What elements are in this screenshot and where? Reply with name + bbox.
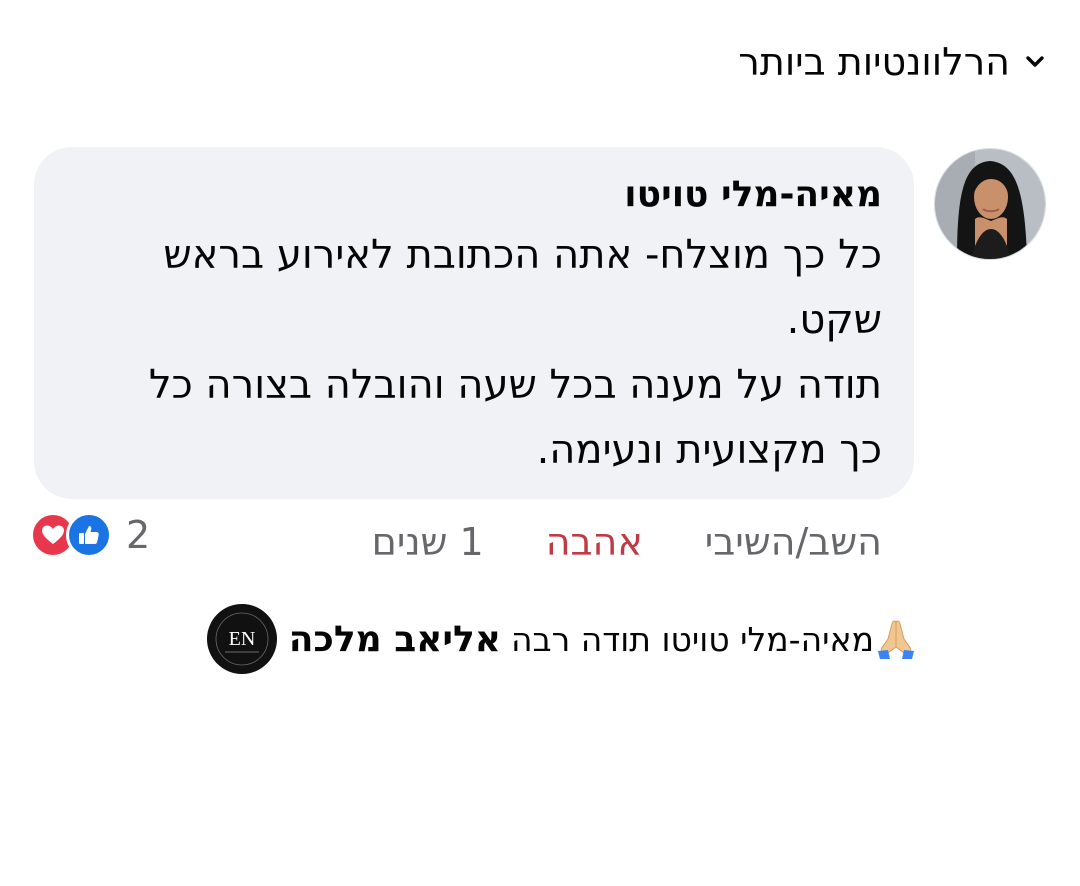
- reply-text: מאיה-מלי טויטו תודה רבה: [510, 619, 874, 659]
- comment-text-line: כך מקצועית ונעימה.: [536, 427, 882, 473]
- reply-author[interactable]: אליאב מלכה: [289, 619, 501, 660]
- comment-actions: 1 שנים אהבה השב/השיבי: [372, 520, 882, 564]
- reaction-summary[interactable]: 2: [30, 512, 150, 558]
- comment-timestamp[interactable]: 1 שנים: [372, 520, 484, 564]
- like-icon: [66, 512, 112, 558]
- comment-text-line: כל כך מוצלח- אתה הכתובת לאירוע בראש: [163, 232, 882, 278]
- comment-text: כל כך מוצלח- אתה הכתובת לאירוע בראש שקט.…: [74, 223, 882, 483]
- comment-author[interactable]: מאיה-מלי טויטו: [74, 171, 882, 219]
- sort-label: הרלוונטיות ביותר: [738, 40, 1010, 84]
- chevron-down-icon: [1024, 51, 1046, 73]
- reply-avatar[interactable]: EN: [206, 604, 277, 674]
- comment-bubble: מאיה-מלי טויטו כל כך מוצלח- אתה הכתובת ל…: [34, 147, 914, 499]
- reply-avatar-logo: EN: [228, 628, 255, 650]
- folded-hands-icon: [874, 617, 918, 661]
- reaction-count: 2: [126, 513, 151, 557]
- comment-text-line: תודה על מענה בכל שעה והובלה בצורה כל: [148, 362, 882, 408]
- reply-item[interactable]: EN אליאב מלכה מאיה-מלי טויטו תודה רבה: [191, 604, 918, 674]
- reply-link[interactable]: השב/השיבי: [705, 520, 882, 564]
- comment-text-line: שקט.: [786, 297, 882, 343]
- love-reaction-link[interactable]: אהבה: [546, 520, 643, 564]
- sort-dropdown[interactable]: הרלוונטיות ביותר: [738, 40, 1046, 84]
- commenter-avatar[interactable]: [934, 148, 1046, 260]
